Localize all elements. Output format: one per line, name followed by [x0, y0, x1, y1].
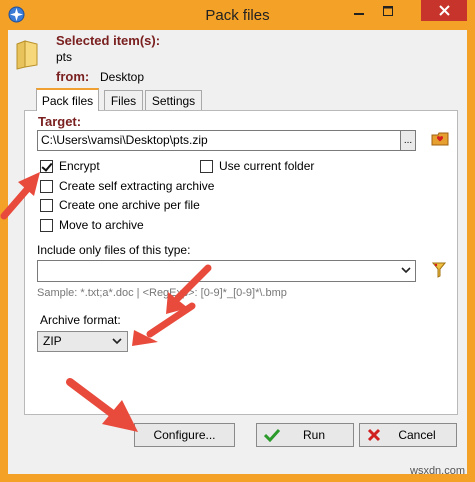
- use-current-folder-checkbox[interactable]: [200, 159, 213, 173]
- cross-icon: [367, 428, 381, 442]
- minimize-button[interactable]: [344, 0, 374, 22]
- window-frame-right: [467, 30, 475, 482]
- selected-items-value: pts: [56, 50, 73, 64]
- annotation-arrow-configure: [66, 378, 138, 432]
- encrypt-label: Encrypt: [59, 159, 100, 173]
- tab-files[interactable]: Files: [104, 90, 143, 111]
- from-value: Desktop: [100, 70, 145, 84]
- watermark: wsxdn.com: [410, 465, 466, 477]
- close-icon: [438, 5, 450, 16]
- run-button[interactable]: Run: [256, 423, 354, 447]
- chevron-down-icon[interactable]: [401, 266, 411, 274]
- archive-format-select[interactable]: ZIP: [37, 331, 128, 352]
- pack-files-window: Pack files Selected item(s): pts from: D…: [0, 0, 475, 482]
- filter-icon[interactable]: [432, 262, 446, 278]
- chevron-down-icon: [112, 338, 122, 345]
- folder-icon: [16, 40, 38, 70]
- title-bar[interactable]: Pack files: [0, 0, 475, 30]
- window-frame-bottom: [0, 474, 475, 482]
- target-input[interactable]: C:\Users\vamsi\Desktop\pts.zip: [37, 130, 401, 151]
- use-current-folder-option[interactable]: Use current folder: [200, 159, 314, 173]
- selected-items-label: Selected item(s):: [56, 33, 161, 48]
- self-extracting-option[interactable]: Create self extracting archive: [40, 179, 214, 193]
- move-to-archive-option[interactable]: Move to archive: [40, 218, 144, 232]
- from-label: from:: [56, 69, 90, 84]
- include-filter-label: Include only files of this type:: [37, 243, 191, 257]
- cancel-label: Cancel: [398, 428, 436, 442]
- one-archive-per-file-label: Create one archive per file: [59, 198, 200, 212]
- run-label: Run: [302, 428, 325, 442]
- include-filter-combo[interactable]: [37, 260, 416, 282]
- self-extracting-label: Create self extracting archive: [59, 179, 215, 193]
- maximize-icon: [383, 6, 393, 16]
- move-to-archive-label: Move to archive: [59, 218, 144, 232]
- close-button[interactable]: [421, 0, 467, 21]
- cancel-button[interactable]: Cancel: [359, 423, 457, 447]
- tab-settings[interactable]: Settings: [145, 90, 202, 111]
- maximize-button[interactable]: [374, 0, 402, 22]
- favorites-icon[interactable]: [431, 131, 449, 147]
- archive-format-label: Archive format:: [40, 313, 121, 327]
- window-title: Pack files: [205, 7, 270, 24]
- archive-format-value: ZIP: [43, 334, 62, 348]
- one-archive-per-file-option[interactable]: Create one archive per file: [40, 198, 200, 212]
- configure-button[interactable]: Configure...: [134, 423, 235, 447]
- use-current-folder-label: Use current folder: [219, 159, 315, 173]
- target-label: Target:: [38, 114, 82, 129]
- checkmark-icon: [264, 428, 280, 442]
- minimize-icon: [354, 13, 364, 15]
- window-frame-left: [0, 30, 8, 482]
- tab-pack-files[interactable]: Pack files: [36, 88, 99, 111]
- annotation-arrow-format: [132, 302, 196, 346]
- annotation-arrow-encrypt: [0, 172, 40, 220]
- browse-button[interactable]: ...: [400, 130, 416, 151]
